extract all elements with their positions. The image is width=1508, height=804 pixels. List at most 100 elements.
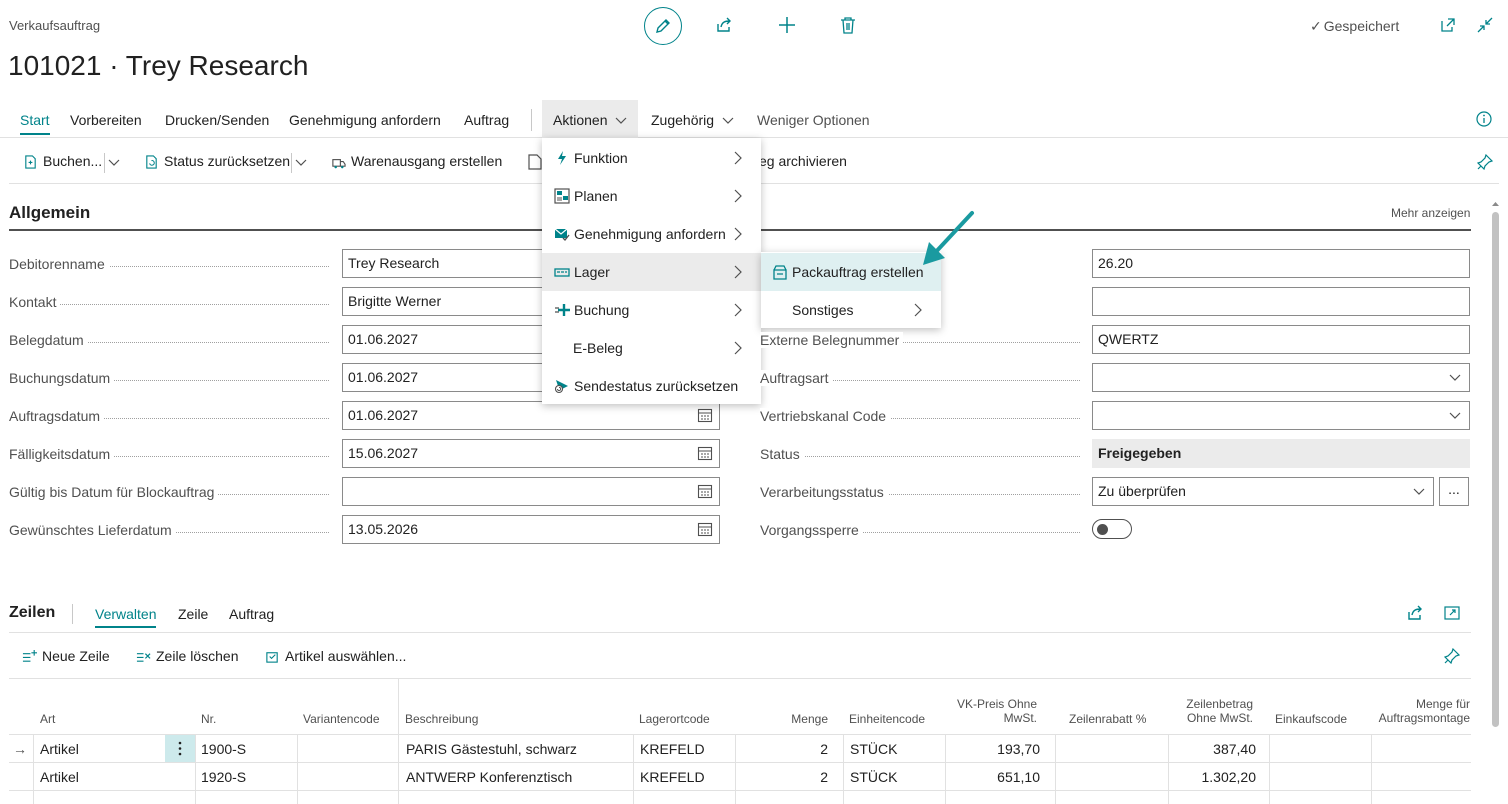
verarbeitungsstatus-select[interactable]: Zu überprüfen [1092, 477, 1434, 506]
col-variantencode[interactable]: Variantencode [303, 712, 380, 726]
tab-aktionen[interactable]: Aktionen [542, 100, 639, 138]
trash-icon [841, 17, 855, 34]
cell-menge[interactable]: 2 [760, 769, 828, 785]
edit-button[interactable] [644, 7, 682, 45]
cell-vk-preis[interactable]: 193,70 [940, 741, 1040, 757]
cell-nr[interactable]: 1920-S [201, 769, 246, 785]
buchungsdatum-field[interactable]: 01.06.2027 [342, 363, 552, 392]
buchen-button[interactable]: Buchen... [23, 153, 102, 169]
right-field-2[interactable] [1092, 287, 1470, 316]
vertriebskanal-select[interactable] [1092, 401, 1470, 430]
cell-einheit[interactable]: STÜCK [850, 741, 897, 757]
col-art[interactable]: Art [40, 712, 55, 726]
col-vk-preis[interactable]: VK-Preis Ohne MwSt. [940, 697, 1037, 725]
select-items-button[interactable]: Artikel auswählen... [265, 648, 406, 664]
tab-drucken-senden[interactable]: Drucken/Senden [165, 112, 269, 128]
chevron-down-icon[interactable] [295, 159, 307, 167]
cell-menge[interactable]: 2 [760, 741, 828, 757]
tab-vorbereiten[interactable]: Vorbereiten [70, 112, 142, 128]
tab-genehmigung[interactable]: Genehmigung anfordern [289, 112, 441, 128]
pin-icon[interactable] [1477, 154, 1493, 170]
debitorenname-field[interactable]: Trey Research [342, 249, 552, 278]
cell-zeilenbetrag[interactable]: 1.302,20 [1160, 769, 1257, 785]
menu-item-sendestatus[interactable]: Sendestatus zurücksetzen [542, 367, 761, 405]
menu-item-funktion[interactable]: Funktion [542, 139, 761, 177]
scrollbar[interactable] [1491, 200, 1500, 804]
scroll-up-icon[interactable] [1491, 200, 1500, 208]
col-menge-auftragsmontage[interactable]: Menge für Auftragsmontage [1370, 697, 1470, 725]
info-icon[interactable] [1476, 111, 1492, 127]
menu-item-packauftrag-erstellen[interactable]: Packauftrag erstellen [761, 253, 941, 291]
menu-item-sonstiges[interactable]: Sonstiges [761, 291, 941, 329]
cell-zeilenbetrag[interactable]: 387,40 [1160, 741, 1256, 757]
cell-vk-preis[interactable]: 651,10 [940, 769, 1040, 785]
share-button[interactable] [709, 10, 739, 40]
warenausgang-erstellen-button[interactable]: Warenausgang erstellen [331, 153, 502, 169]
show-more-link[interactable]: Mehr anzeigen [1391, 206, 1470, 220]
share-icon[interactable] [1406, 604, 1424, 622]
chevron-down-icon[interactable] [108, 159, 120, 167]
beleg-archivieren-button[interactable]: eg archivieren [759, 153, 847, 169]
vorgangssperre-toggle[interactable] [1092, 519, 1132, 539]
col-zeilenbetrag[interactable]: Zeilenbetrag Ohne MwSt. [1160, 697, 1253, 725]
open-new-window-button[interactable] [1433, 10, 1463, 40]
collapse-button[interactable] [1470, 10, 1500, 40]
tab-start[interactable]: Start [20, 112, 50, 135]
delete-line-icon [136, 652, 151, 662]
col-einkaufscode[interactable]: Einkaufscode [1275, 712, 1347, 726]
externe-belegnummer-field[interactable]: QWERTZ [1092, 325, 1470, 354]
cell-lagerort[interactable]: KREFELD [640, 741, 705, 757]
new-line-button[interactable]: Neue Zeile [22, 648, 110, 664]
scrollbar-thumb[interactable] [1492, 212, 1499, 727]
new-button[interactable] [772, 10, 802, 40]
cell-art[interactable]: Artikel [40, 769, 79, 785]
delete-line-button[interactable]: Zeile löschen [136, 648, 239, 664]
calendar-icon[interactable] [697, 407, 713, 423]
lightning-icon [558, 151, 566, 165]
menu-item-buchung[interactable]: Buchung [542, 291, 761, 329]
col-nr[interactable]: Nr. [201, 712, 216, 726]
lookup-button[interactable]: ... [1439, 477, 1469, 506]
col-beschreibung[interactable]: Beschreibung [405, 712, 478, 726]
menu-item-e-beleg[interactable]: E-Beleg [542, 329, 761, 367]
expand-icon[interactable] [1444, 605, 1460, 621]
cell-beschreibung[interactable]: ANTWERP Konferenztisch [406, 769, 572, 785]
delete-button[interactable] [833, 10, 863, 40]
status-zuruecksetzen-button[interactable]: Status zurücksetzen [144, 153, 290, 169]
gueltig-bis-field[interactable] [342, 477, 720, 506]
menu-item-genehmigung[interactable]: Genehmigung anfordern [542, 215, 761, 253]
belegdatum-field[interactable]: 01.06.2027 [342, 325, 552, 354]
lieferdatum-field[interactable]: 13.05.2026 [342, 515, 720, 544]
kontakt-field[interactable]: Brigitte Werner [342, 287, 552, 316]
cell-nr[interactable]: 1900-S [201, 741, 246, 757]
col-menge[interactable]: Menge [760, 712, 828, 726]
col-zeilenrabatt[interactable]: Zeilenrabatt % [1069, 712, 1146, 726]
row-menu-button[interactable] [165, 735, 195, 762]
chevron-right-icon [734, 265, 742, 279]
document-icon[interactable] [528, 154, 542, 170]
cell-art[interactable]: Artikel [40, 741, 79, 757]
calendar-icon[interactable] [697, 445, 713, 461]
calendar-icon[interactable] [697, 521, 713, 537]
tab-zugehoerig[interactable]: Zugehörig [651, 112, 734, 128]
col-einheitencode[interactable]: Einheitencode [849, 712, 925, 726]
cell-einheit[interactable]: STÜCK [850, 769, 897, 785]
tab-zeile[interactable]: Zeile [178, 606, 208, 622]
tab-lines-auftrag[interactable]: Auftrag [229, 606, 274, 622]
cell-beschreibung[interactable]: PARIS Gästestuhl, schwarz [406, 741, 577, 757]
col-lagerortcode[interactable]: Lagerortcode [639, 712, 710, 726]
cell-lagerort[interactable]: KREFELD [640, 769, 705, 785]
tab-weniger-optionen[interactable]: Weniger Optionen [757, 112, 870, 128]
pin-icon[interactable] [1444, 648, 1460, 664]
menu-item-lager[interactable]: Lager [542, 253, 761, 291]
faelligkeitsdatum-field[interactable]: 15.06.2027 [342, 439, 720, 468]
calendar-icon[interactable] [697, 483, 713, 499]
tab-verwalten[interactable]: Verwalten [95, 606, 157, 628]
right-field-1[interactable]: 26.20 [1092, 249, 1470, 278]
select-items-icon [266, 651, 278, 663]
auftragsart-select[interactable] [1092, 363, 1470, 392]
auftragsdatum-field[interactable]: 01.06.2027 [342, 401, 720, 430]
tab-auftrag[interactable]: Auftrag [464, 112, 509, 128]
menu-item-planen[interactable]: Planen [542, 177, 761, 215]
field-label-buchungsdatum: Buchungsdatum [9, 370, 337, 386]
